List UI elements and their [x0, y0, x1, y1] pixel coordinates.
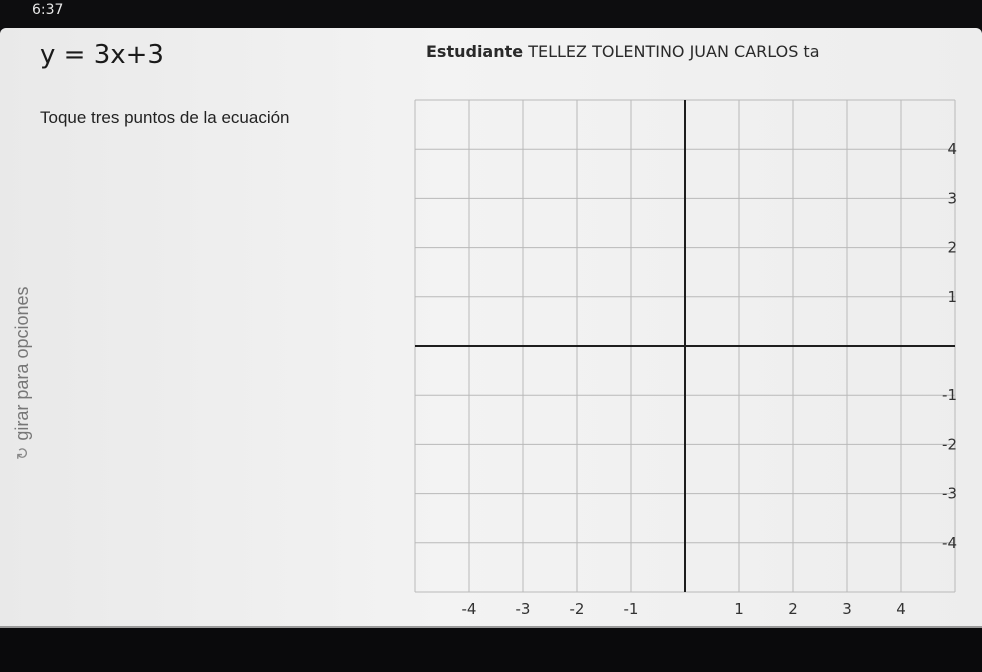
- rotate-hint-text: girar para opciones: [12, 286, 32, 441]
- x-tick-label: -4: [462, 600, 477, 618]
- y-tick-label: 1: [947, 288, 957, 306]
- y-tick-label: 2: [947, 239, 957, 257]
- x-tick-label: 2: [788, 600, 798, 618]
- device-bezel: [0, 628, 982, 672]
- y-tick-label: -2: [942, 435, 957, 453]
- y-tick-label: -4: [942, 534, 957, 552]
- student-label: Estudiante: [426, 42, 524, 61]
- x-tick-label: 1: [734, 600, 744, 618]
- x-tick-label: -1: [624, 600, 639, 618]
- equation-title: y = 3x+3: [40, 40, 164, 70]
- student-name: TELLEZ TOLENTINO JUAN CARLOS ta: [528, 42, 820, 61]
- instruction-text: Toque tres puntos de la ecuación: [40, 108, 290, 127]
- rotate-icon: ↻: [14, 446, 32, 460]
- y-tick-label: -1: [942, 386, 957, 404]
- x-tick-label: -3: [516, 600, 531, 618]
- rotate-hint[interactable]: ↻ girar para opciones: [12, 287, 33, 461]
- y-tick-label: 4: [947, 140, 957, 158]
- coordinate-plane[interactable]: -4 -3 -2 -1 1 2 3 4 4 3 2 1 -1 -2 -3 -4: [405, 92, 965, 622]
- status-time: 6:37: [32, 2, 64, 18]
- x-tick-label: 4: [896, 600, 906, 618]
- y-tick-label: 3: [947, 189, 957, 207]
- x-tick-label: 3: [842, 600, 852, 618]
- x-tick-label: -2: [570, 600, 585, 618]
- y-tick-label: -3: [942, 485, 957, 503]
- student-info: Estudiante TELLEZ TOLENTINO JUAN CARLOS …: [426, 42, 820, 61]
